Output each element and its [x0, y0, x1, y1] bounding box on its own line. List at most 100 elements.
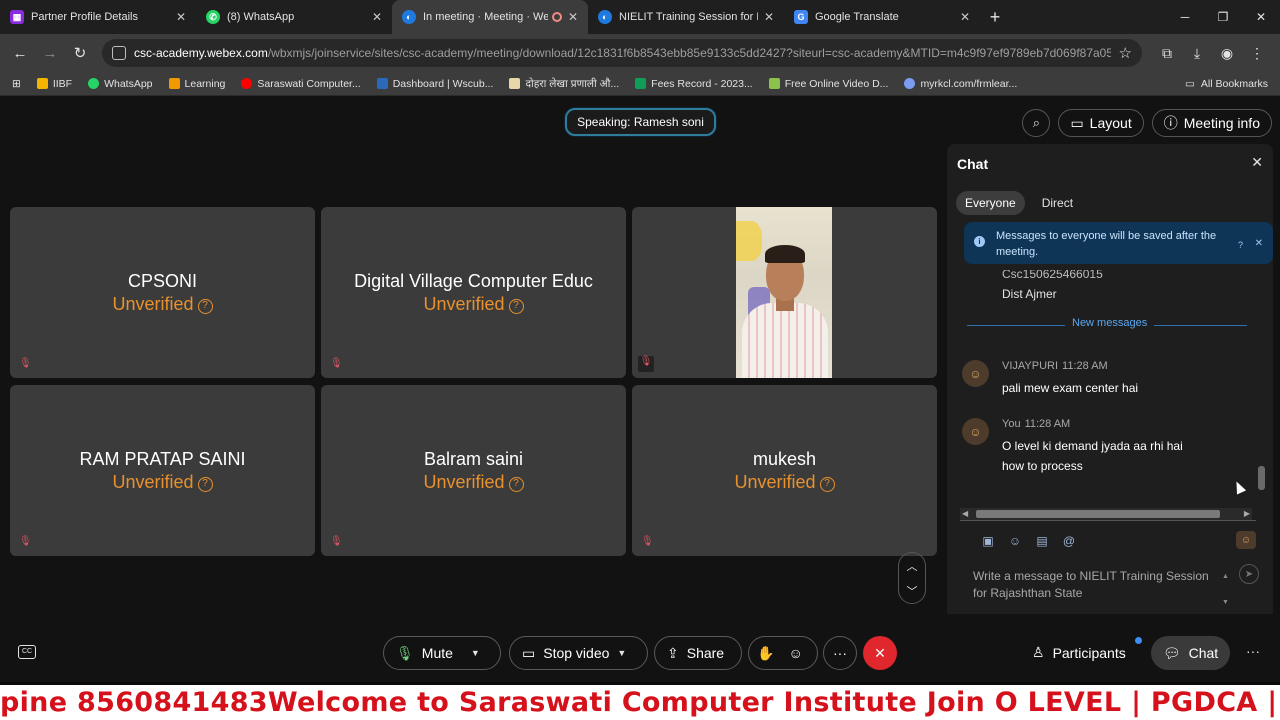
layout-icon: ▭ [1070, 114, 1084, 131]
close-icon[interactable]: ✕ [764, 10, 774, 24]
help-circle-icon[interactable]: ? [197, 299, 213, 314]
sheets-icon [635, 78, 647, 89]
bookmark-learning[interactable]: Learning [168, 78, 225, 90]
bookmark-saraswati[interactable]: Saraswati Computer... [241, 78, 361, 90]
participants-button[interactable]: ♙ Participants [1032, 644, 1126, 661]
layout-button[interactable]: ▭ Layout [1058, 109, 1144, 137]
participant-tile[interactable]: RAM PRATAP SAINI Unverified? 🎙︎ [10, 385, 315, 556]
tab-partner-profile[interactable]: ▦ Partner Profile Details ✕ [0, 0, 196, 34]
reload-icon[interactable]: ↻ [68, 41, 92, 65]
more-options-button[interactable]: ··· [823, 636, 857, 670]
participant-tile[interactable]: CPSONI Unverified? 🎙︎ [10, 207, 315, 378]
participant-tile[interactable]: Balram saini Unverified? 🎙︎ [321, 385, 626, 556]
bookmark-dashboard[interactable]: Dashboard | Wscub... [376, 78, 493, 90]
format-text-icon[interactable]: ▣ [981, 534, 995, 548]
chevron-down-icon[interactable]: ﹀ [907, 583, 918, 599]
share-button[interactable]: ⇪ Share [654, 636, 742, 670]
youtube-icon [241, 78, 253, 89]
compose-scroll-arrows[interactable]: ▲ ▼ [1222, 564, 1229, 616]
gif-icon[interactable]: ▤ [1035, 534, 1049, 548]
participant-video-tile[interactable]: 🎙︎ [632, 207, 937, 378]
stop-video-button[interactable]: ▭ Stop video ▼ [509, 636, 648, 670]
chat-vertical-scrollbar[interactable] [1257, 276, 1265, 496]
closed-captions-icon[interactable]: CC [18, 645, 36, 659]
send-icon[interactable]: ➤ [1239, 564, 1259, 584]
apps-grid-icon[interactable]: ⊞ [12, 78, 21, 90]
close-icon[interactable]: ✕ [568, 10, 578, 24]
leave-meeting-button[interactable]: ✕ [863, 636, 897, 670]
chat-compose-input[interactable]: Write a message to NIELIT Training Sessi… [973, 568, 1223, 602]
reactions-icon[interactable]: ☺ [788, 645, 802, 661]
bookmark-myrkcl[interactable]: myrkcl.com/frmlear... [904, 78, 1017, 90]
tab-everyone[interactable]: Everyone [956, 191, 1025, 215]
scrollbar-thumb[interactable] [976, 510, 1220, 518]
extensions-icon[interactable]: ⧉ [1152, 45, 1182, 62]
close-icon[interactable]: ✕ [372, 10, 382, 24]
participant-tile[interactable]: mukesh Unverified? 🎙︎ [632, 385, 937, 556]
close-window-icon[interactable]: ✕ [1242, 0, 1280, 34]
chat-bubble-icon: 💬︎ [1162, 644, 1181, 661]
bookmark-dohra-lekha[interactable]: दोहरा लेखा प्रणाली औ... [509, 77, 619, 91]
chevron-down-icon[interactable]: ▼ [471, 648, 480, 658]
close-icon[interactable]: ✕ [176, 10, 186, 24]
profile-avatar-icon[interactable]: ◉ [1212, 45, 1242, 62]
emoji-icon[interactable]: ☺ [1008, 534, 1022, 548]
chat-button[interactable]: 💬︎ Chat [1151, 636, 1230, 670]
menu-kebab-icon[interactable]: ⋮ [1242, 45, 1272, 62]
bookmark-star-icon[interactable]: ☆ [1119, 44, 1132, 62]
status-text: Unverified [734, 472, 816, 492]
help-circle-icon[interactable]: ? [819, 477, 835, 492]
bookmark-iibf[interactable]: IIBF [36, 78, 72, 90]
help-circle-icon[interactable]: ? [508, 477, 524, 492]
address-bar[interactable]: csc-academy.webex.com /wbxmjs/joinservic… [102, 39, 1142, 67]
back-icon[interactable]: ← [8, 41, 32, 65]
scroll-left-icon[interactable]: ◀ [962, 508, 968, 520]
help-circle-icon[interactable]: ? [197, 477, 213, 492]
close-icon[interactable]: ✕ [1251, 154, 1263, 171]
minimize-icon[interactable]: ─ [1166, 0, 1204, 34]
banner-text: Messages to everyone will be saved after… [996, 230, 1217, 258]
bookmark-whatsapp[interactable]: WhatsApp [88, 77, 153, 90]
raise-hand-icon[interactable]: ✋ [757, 645, 774, 662]
bookmark-free-video[interactable]: Free Online Video D... [768, 78, 888, 90]
chevron-down-icon[interactable]: ▼ [617, 648, 626, 658]
close-icon[interactable]: ✕ [960, 10, 970, 24]
tab-nielit-training[interactable]: ◐ NIELIT Training Session for Raja ✕ [588, 0, 784, 34]
forward-icon[interactable]: → [38, 41, 62, 65]
help-icon[interactable]: ? [1238, 237, 1243, 253]
tab-title: (8) WhatsApp [227, 11, 295, 23]
status-text: Unverified [423, 294, 505, 314]
status-text: Unverified [112, 294, 194, 314]
more-horizontal-icon[interactable]: ··· [1246, 643, 1260, 659]
all-bookmarks[interactable]: ▭ All Bookmarks [1185, 78, 1268, 90]
user-avatar-icon[interactable]: ☺ [1236, 531, 1256, 549]
muted-mic-icon: 🎙︎ [641, 536, 654, 547]
mute-button[interactable]: 🎙︎ Mute ▼ [383, 636, 501, 670]
chat-horizontal-scrollbar[interactable]: ◀ ▶ [960, 508, 1252, 520]
previous-message-text: Csc150625466015 Dist Ajmer [1002, 270, 1103, 304]
site-info-icon[interactable] [112, 46, 126, 60]
zoom-search-icon[interactable]: ⌕ [1022, 109, 1051, 137]
close-icon: ✕ [874, 644, 886, 661]
scrollbar-thumb[interactable] [1258, 466, 1265, 490]
ticker-text: pine 8560841483Welcome to Saraswati Comp… [0, 687, 1280, 718]
bookmark-fees-record[interactable]: Fees Record - 2023... [635, 78, 753, 90]
new-tab-button[interactable]: + [980, 0, 1010, 34]
mention-icon[interactable]: @ [1062, 534, 1076, 548]
grid-page-scroller[interactable]: ︿ ﹀ [898, 552, 926, 604]
tab-whatsapp[interactable]: ✆ (8) WhatsApp ✕ [196, 0, 392, 34]
maximize-icon[interactable]: ❐ [1204, 0, 1242, 34]
scroll-right-icon[interactable]: ▶ [1244, 508, 1250, 520]
close-icon[interactable]: ✕ [1255, 236, 1263, 252]
chevron-up-icon[interactable]: ︿ [907, 558, 918, 574]
download-icon[interactable]: ⤓ [1182, 45, 1212, 62]
tab-google-translate[interactable]: G Google Translate ✕ [784, 0, 980, 34]
participant-tile[interactable]: Digital Village Computer Educ Unverified… [321, 207, 626, 378]
tab-webex-meeting[interactable]: ◐ In meeting · Meeting · Webe ✕ [392, 0, 588, 34]
meeting-info-button[interactable]: ⓘ Meeting info [1151, 109, 1272, 137]
help-circle-icon[interactable]: ? [508, 299, 524, 314]
bookmark-favicon-icon [509, 78, 521, 89]
tab-direct[interactable]: Direct [1033, 191, 1082, 215]
bookmark-label: WhatsApp [104, 77, 153, 90]
chat-recipient-tabs: Everyone Direct [956, 191, 1090, 215]
